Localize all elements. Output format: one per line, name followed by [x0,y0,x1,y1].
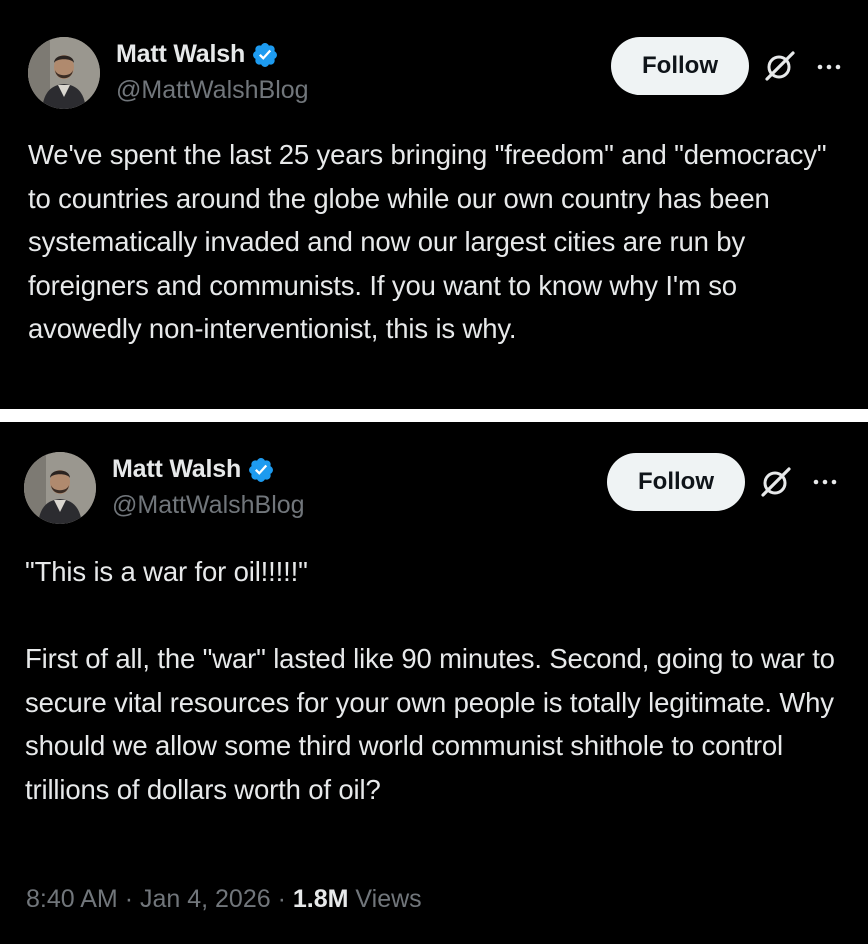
author-name-row: Matt Walsh [116,40,279,69]
author-display-name[interactable]: Matt Walsh [112,455,241,484]
verified-badge-icon [253,42,277,67]
tweet-card-1: Matt Walsh @MattWalshBlog Follow We've s… [0,0,868,409]
grok-icon[interactable] [762,48,798,84]
tweet-meta: 8:40 AM · Jan 4, 2026 · 1.8M Views [26,885,422,914]
follow-button[interactable]: Follow [607,453,745,511]
author-handle[interactable]: @MattWalshBlog [116,76,309,105]
author-handle[interactable]: @MattWalshBlog [112,491,305,520]
more-icon[interactable] [814,52,844,82]
more-icon[interactable] [810,467,840,497]
avatar[interactable] [24,452,96,524]
meta-separator: · [277,885,286,913]
views-label: Views [355,885,422,913]
avatar-photo-icon [24,452,96,524]
author-name-row: Matt Walsh [112,455,275,484]
tweet-time[interactable]: 8:40 AM [26,885,118,913]
tweet-date[interactable]: Jan 4, 2026 [140,885,271,913]
avatar-photo-icon [28,37,100,109]
meta-separator: · [124,885,134,913]
tweet-text-body: First of all, the "war" lasted like 90 m… [25,643,835,805]
tweet-text: We've spent the last 25 years bringing "… [28,139,827,344]
grok-icon[interactable] [758,464,794,500]
author-display-name[interactable]: Matt Walsh [116,40,245,69]
tweet-text-quote: "This is a war for oil!!!!!" [25,556,308,587]
verified-badge-icon [249,457,273,482]
follow-button[interactable]: Follow [611,37,749,95]
views-count: 1.8M [292,885,349,913]
avatar[interactable] [28,37,100,109]
tweet-card-2: Matt Walsh @MattWalshBlog Follow "This i… [0,422,868,944]
